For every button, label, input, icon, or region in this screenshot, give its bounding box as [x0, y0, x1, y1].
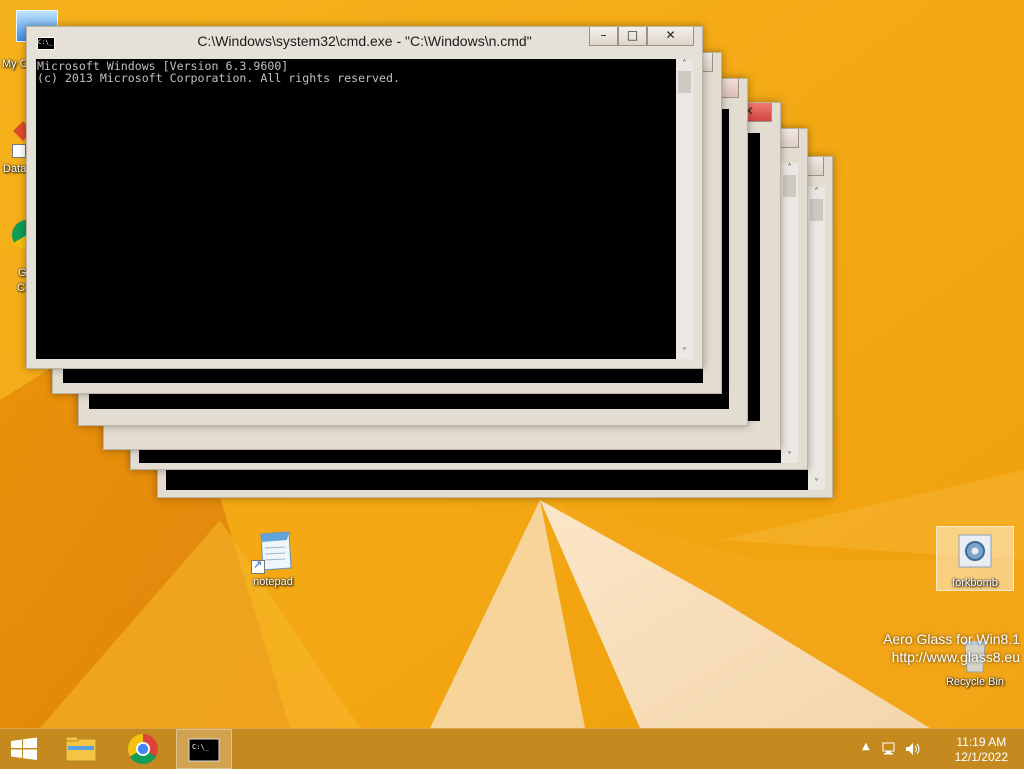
maximize-icon: □ [626, 28, 639, 42]
clock-date: 12/1/2022 [954, 750, 1008, 764]
recycle-bin-label: Recycle Bin [945, 676, 1005, 688]
scroll-up-icon[interactable]: ˄ [808, 187, 825, 199]
windows-logo-icon [11, 737, 37, 760]
scroll-down-icon[interactable]: ˅ [781, 451, 798, 463]
window-controls: – □ ✕ [589, 27, 694, 47]
command-prompt-taskbar-button[interactable]: C:\_ [176, 729, 232, 769]
file-explorer-taskbar-button[interactable] [58, 729, 104, 769]
forkbomb-label: forkbomb [952, 577, 998, 589]
console-line-2: (c) 2013 Microsoft Corporation. All righ… [37, 71, 400, 85]
clock[interactable]: 11:19 AM 12/1/2022 [955, 735, 1008, 765]
notepad-shortcut[interactable]: notepad [235, 530, 311, 589]
system-tray: ▲ 11:19 AM 12/1/2022 [854, 729, 1024, 769]
chrome-taskbar-button[interactable] [120, 729, 166, 769]
forkbomb-icon [953, 531, 997, 575]
chrome-label-line2: C [17, 282, 25, 294]
close-icon: ✕ [665, 28, 676, 42]
chrome-icon [127, 734, 158, 765]
maximize-button[interactable]: □ [618, 27, 647, 46]
scroll-up-icon[interactable]: ˄ [676, 59, 693, 71]
forkbomb-shortcut[interactable]: forkbomb [936, 526, 1014, 591]
console-screen[interactable]: Microsoft Windows [Version 6.3.9600] (c)… [36, 59, 676, 359]
start-button[interactable] [0, 729, 48, 769]
scroll-down-icon[interactable]: ˅ [676, 347, 693, 359]
watermark-line-2: http://www.glass8.eu [891, 649, 1020, 665]
command-prompt-icon: C:\_ [188, 738, 220, 762]
close-button[interactable]: ✕ [647, 27, 694, 46]
notepad-icon [251, 530, 295, 574]
vertical-scrollbar[interactable]: ˄ ˅ [676, 59, 693, 359]
data-label: Data [3, 163, 27, 175]
scroll-thumb[interactable] [678, 71, 691, 93]
minimize-button[interactable]: – [589, 27, 618, 46]
clock-time: 11:19 AM [956, 735, 1007, 749]
my-computer-label: My C [2, 58, 28, 70]
volume-icon[interactable] [904, 741, 922, 757]
show-hidden-icons-icon[interactable]: ▲ [862, 741, 870, 752]
cmd-window-active[interactable]: C:\_ C:\Windows\system32\cmd.exe - "C:\W… [26, 26, 703, 369]
network-icon[interactable] [881, 741, 897, 757]
scroll-down-icon[interactable]: ˅ [808, 478, 825, 490]
watermark-line-1: Aero Glass for Win8.1 [883, 631, 1020, 647]
vertical-scrollbar[interactable]: ˄ ˅ [781, 163, 798, 463]
scroll-thumb[interactable] [783, 175, 796, 197]
scroll-up-icon[interactable]: ˄ [781, 163, 798, 175]
vertical-scrollbar[interactable]: ˄ ˅ [808, 187, 825, 490]
file-explorer-icon [65, 736, 97, 762]
svg-text:C:\_: C:\_ [192, 743, 210, 751]
minimize-icon: – [600, 28, 607, 42]
notepad-label: notepad [253, 576, 293, 588]
aero-glass-watermark: Aero Glass for Win8.1 http://www.glass8.… [883, 630, 1020, 666]
shortcut-arrow-icon [251, 558, 265, 574]
taskbar[interactable]: C:\_ ▲ 11:19 AM 12/1/2022 [0, 728, 1024, 769]
scroll-thumb[interactable] [810, 199, 823, 221]
desktop[interactable]: My C Data G C notepad [0, 0, 1024, 728]
